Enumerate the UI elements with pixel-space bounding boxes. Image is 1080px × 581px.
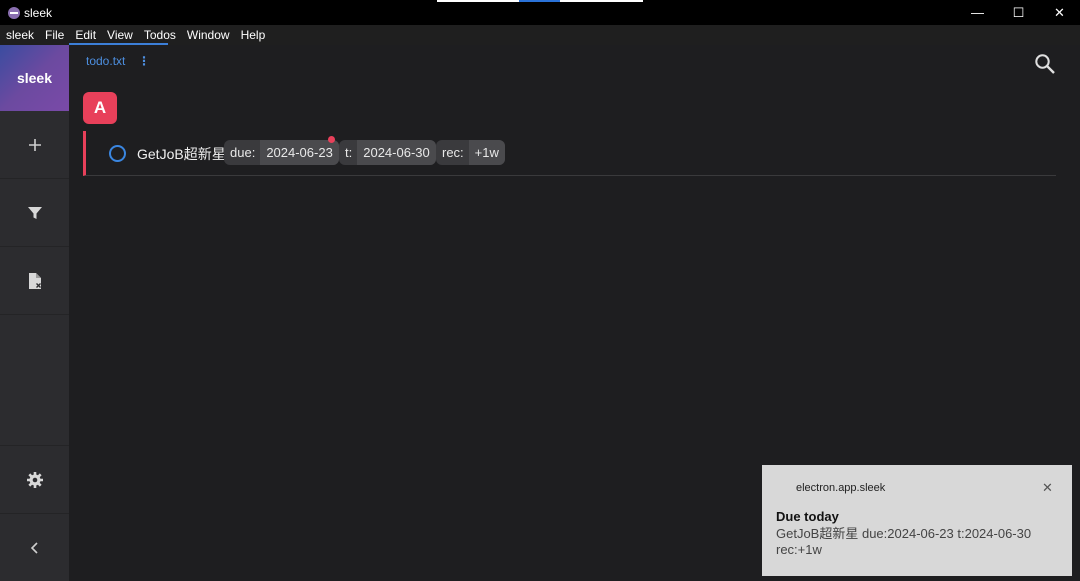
recurrence-label: rec: — [442, 145, 464, 160]
menu-view[interactable]: View — [101, 25, 138, 45]
chevron-left-icon — [30, 541, 38, 554]
window-controls: — ☐ ✕ — [957, 0, 1080, 25]
due-label: due: — [230, 145, 256, 160]
search-icon — [1035, 54, 1055, 74]
todo-item[interactable]: GetJoB超新星 due: 2024-06-23 t: 2024-06-30 … — [83, 131, 1056, 176]
app-icon — [8, 6, 20, 19]
window-title: sleek — [24, 5, 53, 20]
maximize-button[interactable]: ☐ — [998, 0, 1039, 25]
threshold-value: 2024-06-30 — [357, 140, 436, 165]
due-value: 2024-06-23 — [260, 140, 339, 165]
todo-text: GetJoB超新星 — [137, 146, 226, 162]
minimize-button[interactable]: — — [957, 0, 998, 25]
menu-highlight — [69, 43, 168, 45]
due-indicator-dot — [328, 136, 335, 143]
file-tab[interactable]: todo.txt — [86, 54, 125, 68]
file-close-icon — [28, 272, 41, 289]
file-tab-menu-icon[interactable]: ⋮ — [138, 54, 150, 68]
menu-bar: sleek File Edit View Todos Window Help — [0, 25, 1080, 45]
notification-close-icon[interactable]: ✕ — [1042, 480, 1053, 496]
notification-app-name: electron.app.sleek — [796, 482, 886, 494]
plus-icon — [28, 138, 41, 151]
threshold-chip[interactable]: t: 2024-06-30 — [339, 140, 436, 165]
gear-icon — [26, 471, 43, 488]
search-button[interactable] — [1034, 53, 1056, 75]
menu-file[interactable]: File — [39, 25, 69, 45]
threshold-label: t: — [345, 145, 353, 160]
menu-edit[interactable]: Edit — [69, 25, 101, 45]
recurrence-chip[interactable]: rec: +1w — [436, 140, 505, 165]
menu-window[interactable]: Window — [181, 25, 235, 45]
filter-icon — [27, 206, 42, 219]
brand-logo[interactable]: sleek — [0, 45, 69, 111]
notification-toast[interactable]: electron.app.sleek ✕ Due today GetJoB超新星… — [762, 465, 1072, 576]
priority-group-badge: A — [83, 92, 117, 124]
title-bar: sleek — ☐ ✕ — [0, 0, 1080, 25]
settings-button[interactable] — [0, 445, 69, 513]
collapse-sidebar-button[interactable] — [0, 513, 69, 581]
close-button[interactable]: ✕ — [1039, 0, 1080, 25]
menu-todos[interactable]: Todos — [138, 25, 181, 45]
notification-body: GetJoB超新星 due:2024-06-23 t:2024-06-30 re… — [776, 526, 1032, 557]
close-file-button[interactable] — [0, 247, 69, 315]
notification-title: Due today — [776, 509, 839, 524]
recurrence-value: +1w — [468, 140, 505, 165]
title-accent-blue — [519, 0, 560, 2]
menu-sleek[interactable]: sleek — [0, 25, 39, 45]
menu-help[interactable]: Help — [235, 25, 271, 45]
due-chip[interactable]: due: 2024-06-23 — [224, 140, 339, 165]
filter-button[interactable] — [0, 179, 69, 247]
title-accent-white — [437, 0, 519, 2]
title-accent-white-2 — [560, 0, 643, 2]
add-todo-button[interactable] — [0, 111, 69, 179]
sidebar: sleek — [0, 45, 69, 581]
complete-checkbox[interactable] — [109, 145, 126, 162]
